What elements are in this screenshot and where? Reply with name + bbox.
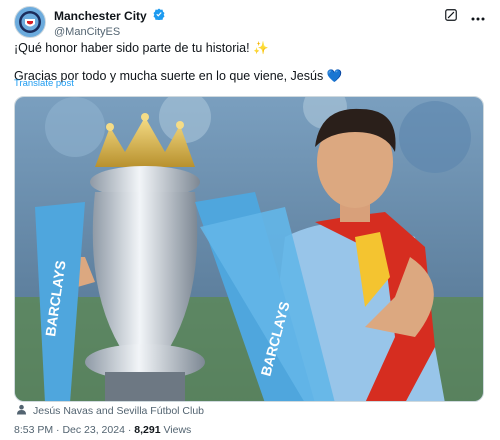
display-name[interactable]: Manchester City	[54, 9, 147, 23]
photo-illustration: BARCLAYS BARCLAYS	[15, 97, 483, 401]
verified-badge-icon	[153, 7, 165, 25]
tweet-line-1: ¡Qué honor haber sido parte de tu histor…	[14, 41, 269, 55]
avatar[interactable]	[14, 6, 46, 38]
person-tag-icon	[16, 404, 27, 418]
tweet-meta: 8:53 PM · Dec 23, 2024 · 8,291 Views	[14, 424, 191, 436]
photo-tag-text: Jesús Navas and Sevilla Fútbol Club	[33, 405, 205, 417]
photo-tag[interactable]: Jesús Navas and Sevilla Fútbol Club	[16, 404, 204, 418]
tweet-time[interactable]: 8:53 PM	[14, 424, 53, 436]
tweet-card: Manchester City @ManCityES ¡Qué honor ha…	[0, 0, 500, 440]
translate-post-link[interactable]: Translate post	[14, 78, 74, 89]
account-names: Manchester City @ManCityES	[54, 7, 165, 38]
tweet-line-2: Gracias por todo y mucha suerte en lo qu…	[14, 69, 343, 83]
tweet-text: ¡Qué honor haber sido parte de tu histor…	[14, 40, 484, 84]
tweet-date[interactable]: Dec 23, 2024	[62, 424, 124, 436]
tweet-header: Manchester City @ManCityES	[14, 6, 486, 38]
club-crest-icon	[19, 11, 41, 33]
meta-separator: ·	[56, 424, 60, 436]
meta-separator-2: ·	[127, 424, 132, 436]
more-icon[interactable]	[470, 9, 486, 27]
top-actions	[444, 8, 486, 27]
tweet-photo[interactable]: BARCLAYS BARCLAYS	[14, 96, 484, 402]
grok-icon[interactable]	[444, 8, 458, 27]
views-count: 8,291	[134, 424, 161, 436]
account-handle[interactable]: @ManCityES	[54, 26, 165, 38]
views-label: Views	[163, 424, 192, 436]
